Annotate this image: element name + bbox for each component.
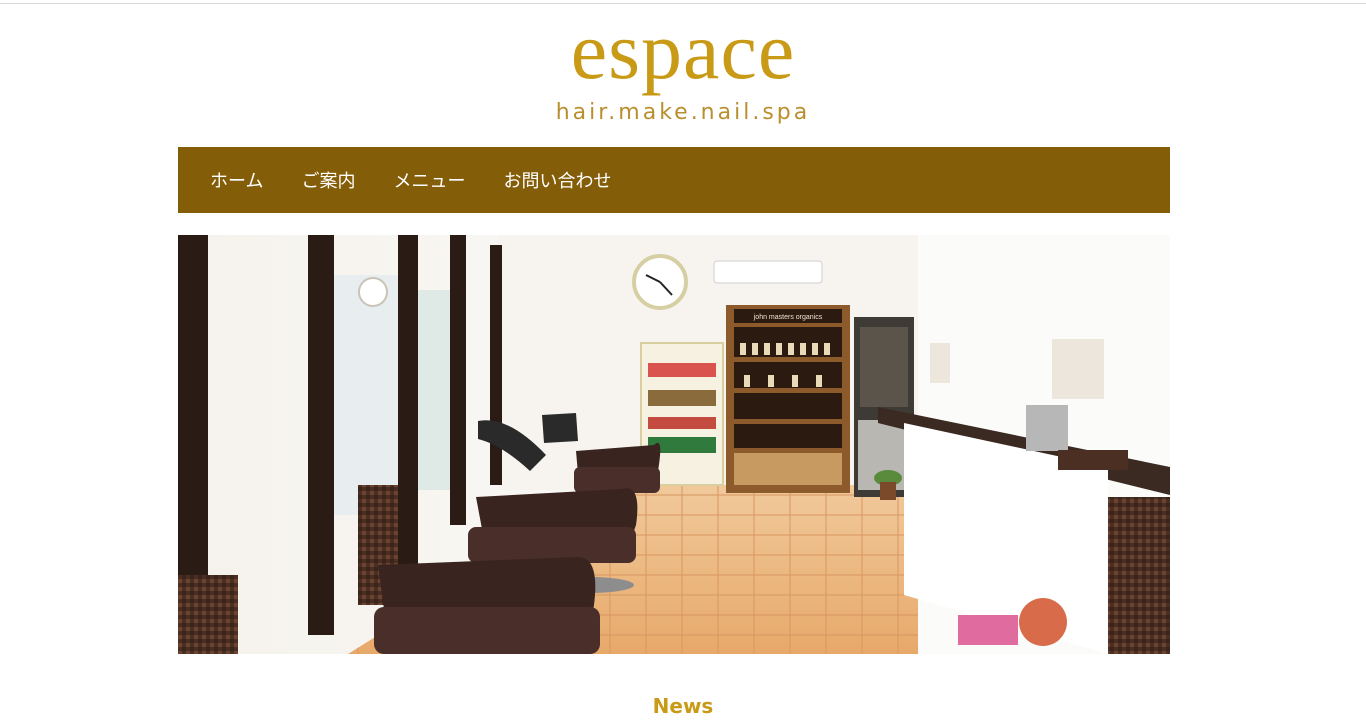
- nav-item-contact[interactable]: お問い合わせ: [503, 167, 611, 193]
- reception-counter: [878, 235, 1170, 654]
- cabinet-sign: john masters organics: [753, 314, 823, 321]
- product-cabinet: john masters organics: [726, 305, 850, 493]
- site-logo[interactable]: espace hair.make.nail.spa: [0, 5, 1366, 126]
- nav-item-home[interactable]: ホーム: [210, 167, 263, 193]
- main-navigation: ホーム ご案内 メニュー お問い合わせ: [178, 147, 1170, 213]
- hero-salon-photo: john masters organics: [178, 235, 1170, 654]
- logo-tagline: hair.make.nail.spa: [555, 100, 811, 125]
- logo-wordmark: espace: [570, 5, 796, 96]
- top-divider: [0, 3, 1366, 4]
- news-section-heading: News: [652, 694, 714, 718]
- nav-item-guide[interactable]: ご案内: [301, 167, 355, 193]
- clock-icon: [632, 254, 688, 310]
- nav-item-menu[interactable]: メニュー: [393, 167, 465, 193]
